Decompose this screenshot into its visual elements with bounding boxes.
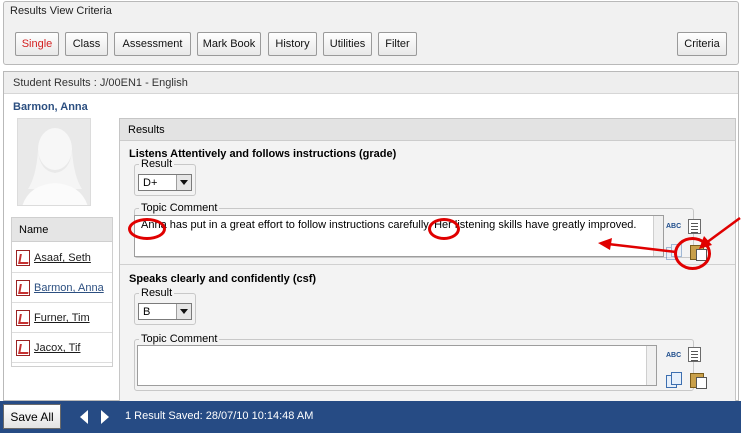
footer-bar — [0, 401, 741, 433]
save-all-button[interactable]: Save All — [3, 404, 61, 429]
status-text: 1 Result Saved: 28/07/10 10:14:48 AM — [125, 410, 314, 422]
previous-arrow-icon[interactable] — [80, 410, 88, 424]
next-arrow-icon[interactable] — [101, 410, 109, 424]
annotation-arrows — [598, 216, 741, 254]
